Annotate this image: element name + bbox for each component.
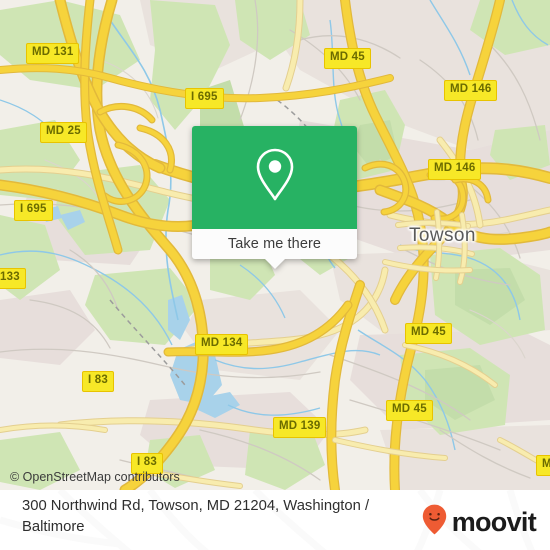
popup-header	[192, 126, 357, 229]
moovit-logo[interactable]: moovit	[422, 504, 537, 540]
address-text: 300 Northwind Rd, Towson, MD 21204, Wash…	[22, 498, 370, 536]
road-shield: I 83	[82, 371, 114, 392]
popup-footer[interactable]: Take me there	[192, 229, 357, 269]
road-shield: MD 139	[273, 417, 327, 438]
road-shield: I 695	[14, 200, 53, 221]
location-popup-card[interactable]: Take me there	[192, 126, 357, 269]
road-shield: MD 45	[386, 400, 433, 421]
road-shield: MD 146	[428, 159, 482, 180]
road-shield: 133	[0, 268, 26, 289]
road-shield: MD 134	[195, 334, 249, 355]
moovit-wordmark: moovit	[451, 506, 537, 537]
road-shield: MD 45	[324, 48, 371, 69]
road-shield: M	[536, 455, 550, 476]
road-shield: I 695	[185, 88, 224, 109]
moovit-map-screen: .g{fill:#cfe5b4} .gd{fill:#c3ddaa} .urb{…	[0, 0, 550, 550]
road-shield: MD 146	[444, 80, 498, 101]
road-shield: MD 25	[40, 122, 87, 143]
take-me-there-label: Take me there	[227, 236, 322, 252]
osm-attribution[interactable]: © OpenStreetMap contributors	[10, 470, 180, 484]
moovit-pin-icon	[422, 504, 447, 540]
road-shield: MD 131	[26, 43, 80, 64]
road-shield: MD 45	[405, 323, 452, 344]
place-label-towson: Towson	[409, 225, 476, 246]
popup-pointer-tail	[264, 259, 285, 269]
map-pin-icon	[253, 146, 297, 209]
bottom-info-bar: 300 Northwind Rd, Towson, MD 21204, Wash…	[0, 490, 550, 550]
